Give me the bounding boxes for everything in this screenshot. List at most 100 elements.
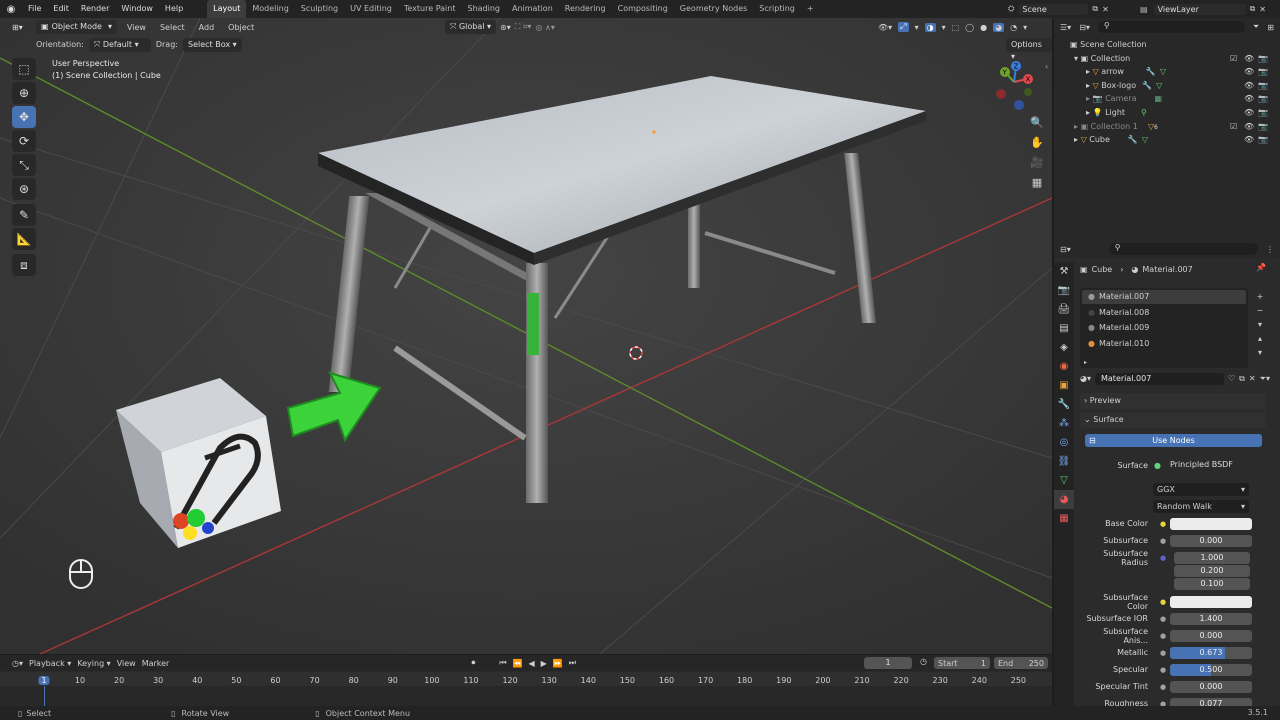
new-collection-icon[interactable]: ⊞ <box>1267 23 1274 32</box>
scale-tool-icon[interactable]: ⤡ <box>12 154 36 176</box>
end-frame-field[interactable]: End 250 <box>994 657 1048 669</box>
particles-tab-icon[interactable]: ⁂ <box>1054 414 1074 433</box>
transform-tool-icon[interactable]: ⊛ <box>12 178 36 200</box>
data-tab-icon[interactable]: ▽ <box>1054 471 1074 490</box>
number-field[interactable]: 0.500 <box>1170 663 1252 676</box>
tab-scripting[interactable]: Scripting <box>753 0 801 18</box>
perspective-grid-icon[interactable]: ▦ <box>1028 176 1046 196</box>
pan-hand-icon[interactable]: ✋ <box>1028 136 1046 156</box>
tab-modeling[interactable]: Modeling <box>246 0 294 18</box>
3d-viewport[interactable]: ⊞▾ ▣ Object Mode ▾ View Select Add Object … <box>0 18 1052 654</box>
editor-type-icon[interactable]: ⊞▾ <box>12 23 30 32</box>
move-tool-icon[interactable]: ✥ <box>12 106 36 128</box>
camera-view-icon[interactable]: 🎥 <box>1028 156 1046 176</box>
measure-tool-icon[interactable]: 📐 <box>12 228 36 250</box>
link-icon[interactable]: ⏷▾ <box>1260 374 1270 384</box>
number-field[interactable]: 0.000 <box>1170 680 1252 693</box>
tab-sculpting[interactable]: Sculpting <box>295 0 344 18</box>
play-icon[interactable]: ▶ <box>541 659 547 668</box>
blender-logo-icon[interactable]: ◉ <box>0 4 22 15</box>
tab-geometry-nodes[interactable]: Geometry Nodes <box>674 0 753 18</box>
color-swatch[interactable] <box>1170 595 1252 608</box>
texture-tab-icon[interactable]: ▦ <box>1054 509 1074 528</box>
timeline-editor-icon[interactable]: ◷▾ <box>12 659 23 668</box>
timeline-track[interactable]: 1 10 20 30 40 50 60 70 80 90 100 110 120 130 140 150 160… <box>0 672 1052 706</box>
transform-orientation-dropdown[interactable]: ⤧ Global ▾ <box>445 20 497 34</box>
overlay-dropdown-icon[interactable]: ▾ <box>942 23 946 32</box>
outliner-editor-icon[interactable]: ☰▾ <box>1060 23 1071 32</box>
menu-keying[interactable]: Keying ▾ <box>77 659 110 668</box>
pivot-icon[interactable]: ⊛▾ <box>500 23 511 32</box>
snap-icon[interactable]: ⛶ ⌗▾ <box>515 22 532 32</box>
properties-editor-icon[interactable]: ⊟▾ <box>1060 245 1071 254</box>
shading-rendered-icon[interactable]: ◔ <box>1010 23 1017 32</box>
menu-object[interactable]: Object <box>224 23 258 32</box>
shading-material-icon[interactable]: ◕ <box>993 22 1005 32</box>
output-tab-icon[interactable]: 🖨 <box>1054 300 1074 319</box>
menu-help[interactable]: Help <box>159 0 189 18</box>
visibility-icon[interactable]: 👁▾ <box>878 23 892 32</box>
jump-end-icon[interactable]: ⏭ <box>569 658 576 668</box>
playhead-line[interactable] <box>44 686 45 706</box>
current-frame-field[interactable]: 1 <box>864 657 912 669</box>
delete-view-layer-icon[interactable]: ✕ <box>1259 5 1266 14</box>
tab-rendering[interactable]: Rendering <box>559 0 612 18</box>
physics-tab-icon[interactable]: ◎ <box>1054 433 1074 452</box>
modifier-tab-icon[interactable]: 🔧 <box>1054 395 1074 414</box>
menu-select[interactable]: Select <box>156 23 189 32</box>
proportional-edit-icon[interactable]: ◎ ∧▾ <box>535 23 554 32</box>
frame-ruler[interactable]: 1 10 20 30 40 50 60 70 80 90 100 110 120 130 140 150 160… <box>0 672 1052 686</box>
material-tab-icon[interactable]: ◕ <box>1054 490 1074 509</box>
navigation-gizmo[interactable]: Z X Y <box>992 58 1036 112</box>
menu-edit[interactable]: Edit <box>47 0 75 18</box>
sidebar-toggle-icon[interactable]: ‹ <box>1045 62 1048 71</box>
prev-keyframe-icon[interactable]: ⏪ <box>513 659 523 668</box>
shading-wireframe-icon[interactable]: ◯ <box>965 23 974 32</box>
tab-compositing[interactable]: Compositing <box>612 0 674 18</box>
next-keyframe-icon[interactable]: ⏩ <box>553 659 563 668</box>
cursor-tool-icon[interactable]: ⊕ <box>12 82 36 104</box>
orientation-setting-dropdown[interactable]: ⤧ Default ▾ <box>88 37 151 52</box>
menu-add[interactable]: Add <box>195 23 219 32</box>
number-field[interactable]: 0.000 <box>1170 534 1252 547</box>
tab-layout[interactable]: Layout <box>207 0 247 18</box>
object-tab-icon[interactable]: ▣ <box>1054 376 1074 395</box>
pin-icon[interactable]: ⋮ <box>1266 245 1274 254</box>
zoom-icon[interactable]: 🔍 <box>1028 116 1046 136</box>
tab-uv-editing[interactable]: UV Editing <box>344 0 398 18</box>
number-field[interactable]: 0.000 <box>1170 629 1252 642</box>
shading-dropdown-icon[interactable]: ▾ <box>1023 23 1027 32</box>
gizmo-dropdown-icon[interactable]: ▾ <box>915 23 919 32</box>
number-field[interactable]: 0.673 <box>1170 646 1252 659</box>
world-tab-icon[interactable]: ◉ <box>1054 357 1074 376</box>
preview-range-icon[interactable]: ◷ <box>920 657 927 666</box>
tab-shading[interactable]: Shading <box>461 0 506 18</box>
shading-solid-icon[interactable]: ● <box>980 23 987 32</box>
add-cube-tool-icon[interactable]: ⧈ <box>12 254 36 276</box>
tab-animation[interactable]: Animation <box>506 0 559 18</box>
view-layer-tab-icon[interactable]: ▤ <box>1054 319 1074 338</box>
select-box-tool-icon[interactable]: ⬚ <box>12 58 36 80</box>
options-dropdown[interactable]: Options ▾ <box>1006 38 1052 61</box>
color-swatch[interactable] <box>1170 517 1252 530</box>
add-workspace-button[interactable]: + <box>801 0 820 18</box>
menu-timeline-view[interactable]: View <box>117 659 136 668</box>
play-reverse-icon[interactable]: ◀ <box>529 659 535 668</box>
menu-marker[interactable]: Marker <box>142 659 170 668</box>
number-field[interactable]: 1.000 <box>1174 551 1250 564</box>
xray-toggle-icon[interactable]: ⬚ <box>952 23 960 32</box>
mode-dropdown[interactable]: ▣ Object Mode ▾ <box>36 20 117 34</box>
annotate-tool-icon[interactable]: ✎ <box>12 204 36 226</box>
menu-window[interactable]: Window <box>115 0 159 18</box>
drag-setting-dropdown[interactable]: Select Box ▾ <box>182 37 242 52</box>
scene-tab-icon[interactable]: ◈ <box>1054 338 1074 357</box>
menu-view[interactable]: View <box>123 23 150 32</box>
render-tab-icon[interactable]: 📷 <box>1054 281 1074 300</box>
rotate-tool-icon[interactable]: ⟳ <box>12 130 36 152</box>
constraints-tab-icon[interactable]: ⛓ <box>1054 452 1074 471</box>
menu-playback[interactable]: Playback ▾ <box>29 659 71 668</box>
gizmo-toggle-icon[interactable]: ⤢ <box>898 22 909 32</box>
number-field[interactable]: 1.400 <box>1170 612 1252 625</box>
menu-render[interactable]: Render <box>75 0 115 18</box>
tab-texture-paint[interactable]: Texture Paint <box>398 0 462 18</box>
